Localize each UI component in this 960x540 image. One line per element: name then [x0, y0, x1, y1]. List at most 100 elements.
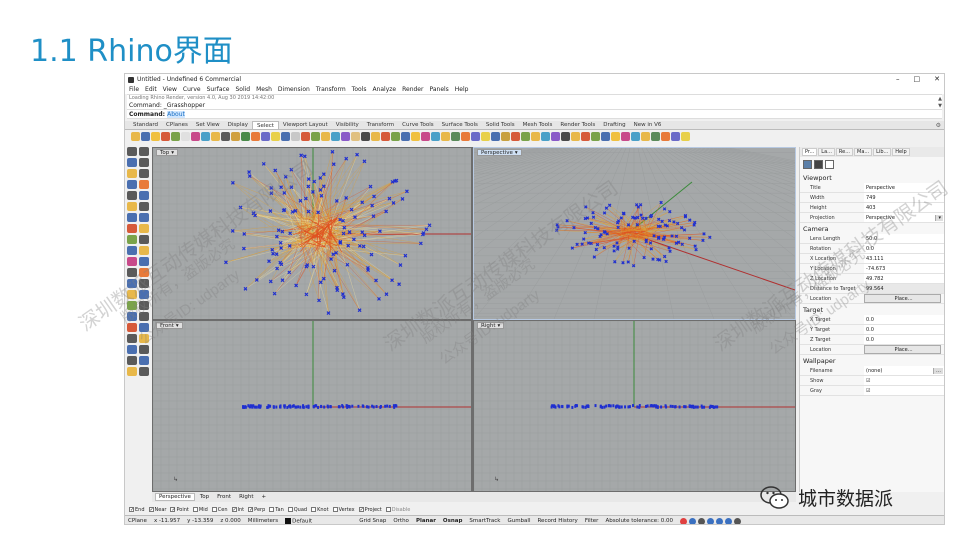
dropdown-icon[interactable]: ▾	[935, 214, 943, 221]
menu-view[interactable]: View	[163, 86, 177, 93]
menu-help[interactable]: Help	[455, 86, 469, 93]
menu-render[interactable]: Render	[402, 86, 423, 93]
osnap-tan[interactable]: Tan	[269, 507, 284, 513]
property-value[interactable]: 50.0	[864, 234, 944, 243]
osnap-checkbox[interactable]	[192, 507, 198, 512]
viewport-right[interactable]: ↳ Right ▾	[474, 321, 795, 491]
toolbar-tool-icon[interactable]	[541, 132, 550, 141]
property-value[interactable]: 403	[864, 203, 944, 212]
left-tool-icon[interactable]	[127, 235, 137, 244]
properties-tab[interactable]: La...	[818, 148, 835, 156]
toolbar-tool-icon[interactable]	[151, 132, 160, 141]
tab-standard[interactable]: Standard	[129, 121, 162, 129]
left-tool-icon[interactable]	[127, 345, 137, 354]
left-tool-icon[interactable]	[127, 279, 137, 288]
left-tool-icon[interactable]	[139, 334, 149, 343]
viewport-tab-perspective[interactable]: Perspective	[155, 493, 195, 501]
menu-analyze[interactable]: Analyze	[372, 86, 396, 93]
osnap-checkbox[interactable]	[385, 507, 391, 512]
toolbar-tool-icon[interactable]	[331, 132, 340, 141]
toolbar-tool-icon[interactable]	[641, 132, 650, 141]
osnap-point[interactable]: ✓ Point	[170, 507, 189, 513]
left-tool-icon[interactable]	[127, 268, 137, 277]
tab-viewport-layout[interactable]: Viewport Layout	[279, 121, 332, 129]
osnap-checkbox[interactable]: ✓	[129, 507, 134, 513]
osnap-checkbox[interactable]: ✓	[148, 507, 154, 513]
left-tool-icon[interactable]	[139, 191, 149, 200]
tab-select[interactable]: Select	[251, 121, 279, 129]
osnap-checkbox[interactable]: ✓	[358, 507, 364, 513]
menu-panels[interactable]: Panels	[429, 86, 448, 93]
left-tool-icon[interactable]	[127, 323, 137, 332]
toolbar-tool-icon[interactable]	[171, 132, 180, 141]
osnap-checkbox[interactable]	[332, 507, 338, 512]
toolbar-tool-icon[interactable]	[231, 132, 240, 141]
viewport-top-canvas[interactable]	[153, 148, 471, 319]
menu-transform[interactable]: Transform	[316, 86, 346, 93]
toolbar-tool-icon[interactable]	[591, 132, 600, 141]
command-current-text[interactable]: About	[167, 110, 185, 118]
property-value[interactable]: 749	[864, 193, 944, 202]
lang-icon[interactable]	[689, 517, 697, 524]
left-tool-icon[interactable]	[127, 356, 137, 365]
scroll-up-icon[interactable]: ▲	[938, 96, 942, 103]
tab-transform[interactable]: Transform	[363, 121, 398, 129]
place-button[interactable]: Place...	[864, 345, 941, 354]
left-tool-icon[interactable]	[139, 367, 149, 376]
properties-tab[interactable]: Help	[892, 148, 910, 156]
tab-visibility[interactable]: Visibility	[332, 121, 363, 129]
toolbar-tool-icon[interactable]	[251, 132, 260, 141]
left-tool-icon[interactable]	[139, 257, 149, 266]
tab-mesh-tools[interactable]: Mesh Tools	[519, 121, 557, 129]
status-cplane[interactable]: CPlane	[128, 518, 147, 524]
toolbar-tool-icon[interactable]	[361, 132, 370, 141]
viewport-front-canvas[interactable]: ↳	[153, 321, 471, 491]
maximize-button[interactable]: □	[914, 75, 921, 83]
toolbar-tool-icon[interactable]	[211, 132, 220, 141]
viewport-front-label[interactable]: Front ▾	[156, 322, 183, 329]
left-tool-icon[interactable]	[139, 290, 149, 299]
toolbar-tool-icon[interactable]	[271, 132, 280, 141]
toolbar-tool-icon[interactable]	[261, 132, 270, 141]
menu-mesh[interactable]: Mesh	[256, 86, 272, 93]
tab-cplanes[interactable]: CPlanes	[162, 121, 192, 129]
property-value[interactable]: 0.0	[864, 244, 944, 253]
viewport-tab-front[interactable]: Front	[214, 494, 234, 500]
toolbar-tool-icon[interactable]	[351, 132, 360, 141]
toolbar-tool-icon[interactable]	[511, 132, 520, 141]
left-tool-icon[interactable]	[139, 169, 149, 178]
properties-tab[interactable]: Pr...	[802, 148, 818, 156]
menu-file[interactable]: File	[129, 86, 139, 93]
left-tool-icon[interactable]	[139, 279, 149, 288]
material-icon[interactable]	[825, 160, 834, 169]
property-value[interactable]: 99.564	[864, 284, 944, 293]
viewport-perspective-label[interactable]: Perspective ▾	[477, 149, 522, 156]
left-tool-icon[interactable]	[127, 180, 137, 189]
mic-icon[interactable]	[707, 517, 715, 524]
osnap-vertex[interactable]: Vertex	[332, 507, 355, 513]
browse-icon[interactable]: …	[933, 367, 943, 374]
left-tool-icon[interactable]	[139, 224, 149, 233]
toolbar-tool-icon[interactable]	[191, 132, 200, 141]
left-tool-icon[interactable]	[139, 268, 149, 277]
gear-icon[interactable]: ⚙	[936, 122, 941, 129]
left-tool-icon[interactable]	[139, 356, 149, 365]
toolbar-tool-icon[interactable]	[601, 132, 610, 141]
tab-set-view[interactable]: Set View	[192, 121, 224, 129]
property-value[interactable]: 0.0	[864, 315, 944, 324]
osnap-perp[interactable]: ✓ Perp	[248, 507, 265, 513]
toolbar-tool-icon[interactable]	[451, 132, 460, 141]
menu-dimension[interactable]: Dimension	[278, 86, 310, 93]
smarttrack-toggle[interactable]: SmartTrack	[469, 518, 500, 524]
left-tool-icon[interactable]	[139, 147, 149, 156]
osnap-checkbox[interactable]: ✓	[248, 507, 253, 513]
viewport-tab-top[interactable]: Top	[197, 494, 212, 500]
left-tool-icon[interactable]	[127, 301, 137, 310]
toolbar-tool-icon[interactable]	[141, 132, 150, 141]
menu-surface[interactable]: Surface	[207, 86, 230, 93]
toolbar-tool-icon[interactable]	[661, 132, 670, 141]
property-value[interactable]: (none)…	[864, 366, 944, 375]
tab-curve-tools[interactable]: Curve Tools	[398, 121, 438, 129]
tab-surface-tools[interactable]: Surface Tools	[438, 121, 482, 129]
left-tool-icon[interactable]	[139, 180, 149, 189]
